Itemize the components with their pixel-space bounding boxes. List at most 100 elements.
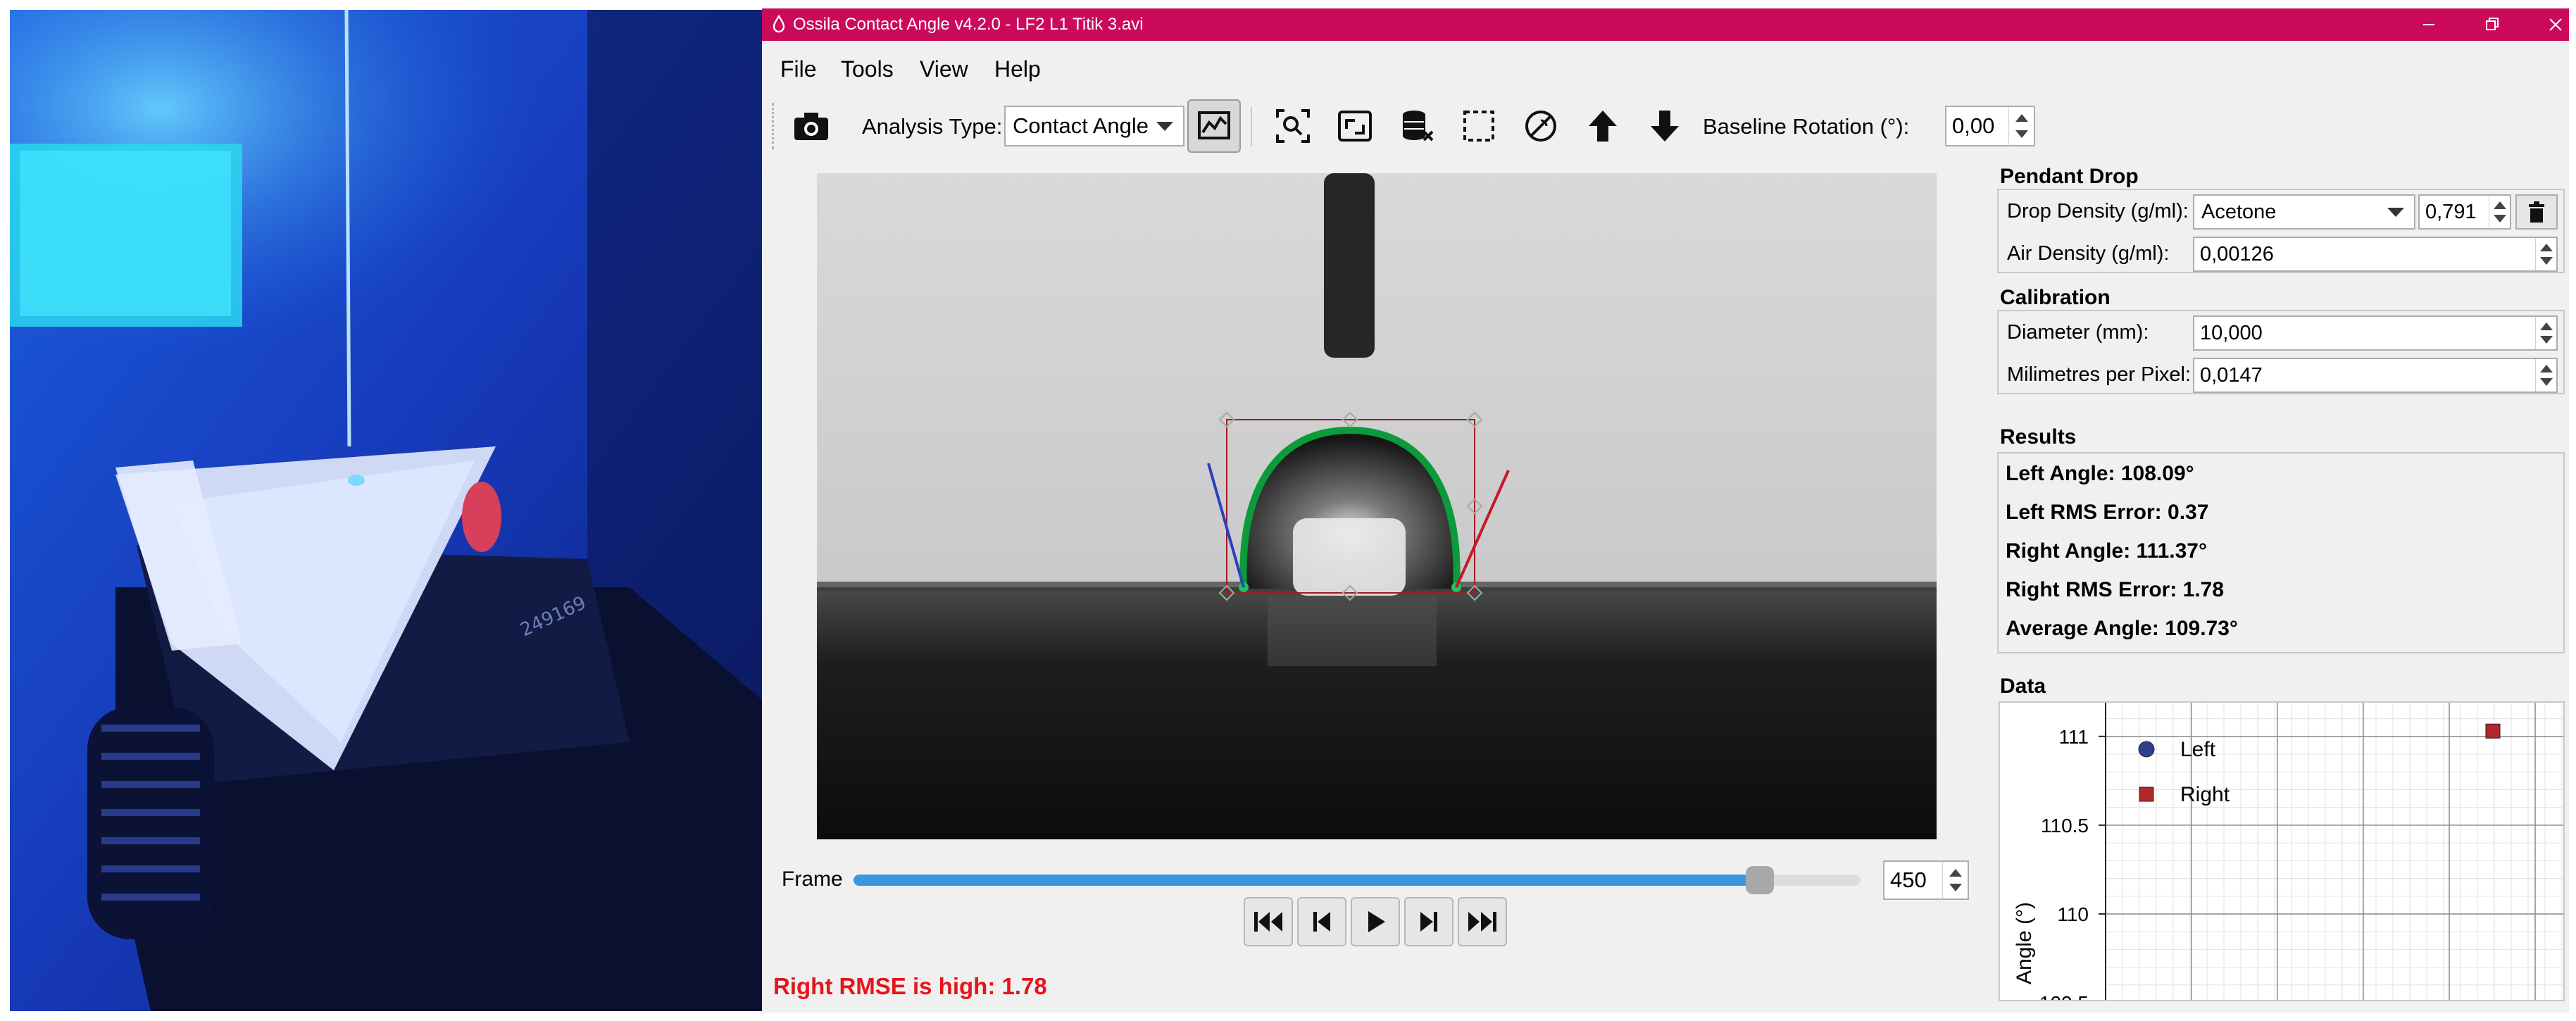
spin-up-icon xyxy=(2540,244,2553,251)
baseline-rotation-spinbox[interactable]: 0,00 xyxy=(1945,106,2035,146)
spin-arrows[interactable] xyxy=(2535,317,2556,349)
data-point-right xyxy=(2485,723,2501,739)
air-density-spinbox[interactable]: 0,00126 xyxy=(2193,237,2558,272)
fit-graph-button[interactable] xyxy=(1187,99,1241,153)
clear-data-button[interactable] xyxy=(1390,99,1444,153)
legend-right-label: Right xyxy=(2180,783,2230,806)
spin-arrows[interactable] xyxy=(2008,107,2034,145)
data-points xyxy=(2485,723,2501,739)
spin-down-icon xyxy=(2015,130,2028,138)
frame-spin-arrows[interactable] xyxy=(1942,862,1968,898)
frame-slider[interactable] xyxy=(854,866,1861,894)
left-angle-result: Left Angle: 108.09° xyxy=(2006,462,2194,485)
mm-per-pixel-spinbox[interactable]: 0,0147 xyxy=(2193,358,2558,393)
spin-arrows[interactable] xyxy=(2535,238,2556,270)
spin-up-icon xyxy=(2540,322,2553,330)
window-title: Ossila Contact Angle v4.2.0 - LF2 L1 Tit… xyxy=(793,15,1144,34)
minimize-button[interactable] xyxy=(2397,8,2461,41)
analysis-type-select[interactable]: Contact Angle xyxy=(1004,106,1184,146)
air-density-label: Air Density (g/ml): xyxy=(2007,242,2170,265)
diameter-value: 10,000 xyxy=(2200,321,2263,344)
liquid-select[interactable]: Acetone xyxy=(2193,194,2415,230)
capture-button[interactable] xyxy=(784,99,838,153)
spin-down-icon xyxy=(1949,884,1962,891)
camera-viewport[interactable] xyxy=(817,173,1937,839)
restore-button[interactable] xyxy=(2461,8,2524,41)
toolbar: Analysis Type: Contact Angle Baseline Ro… xyxy=(762,92,2569,162)
drop-density-spinbox[interactable]: 0,791 xyxy=(2418,194,2511,230)
delete-liquid-button[interactable] xyxy=(2515,194,2558,230)
results-heading: Results xyxy=(2000,425,2077,449)
skip-to-end-button[interactable] xyxy=(1458,897,1507,946)
restore-icon xyxy=(2486,18,2499,30)
legend-right-marker xyxy=(2139,787,2154,802)
frame-slider-handle[interactable] xyxy=(1746,866,1774,894)
toolbar-grip[interactable] xyxy=(772,103,774,149)
close-icon xyxy=(2549,18,2562,31)
analysis-type-label: Analysis Type: xyxy=(862,114,1003,139)
step-back-button[interactable] xyxy=(1297,897,1346,946)
fullscreen-button[interactable] xyxy=(1328,99,1382,153)
arrow-up-icon xyxy=(1589,111,1617,142)
right-rms-result: Right RMS Error: 1.78 xyxy=(2006,578,2225,601)
left-rms-result: Left RMS Error: 0.37 xyxy=(2006,501,2209,524)
fit-graph-icon xyxy=(1198,111,1230,139)
tilt-angle-button[interactable] xyxy=(1514,99,1568,153)
play-icon xyxy=(1368,911,1385,932)
skip-to-end-icon xyxy=(1468,912,1496,932)
zoom-fit-button[interactable] xyxy=(1266,99,1320,153)
skip-to-start-icon xyxy=(1254,912,1282,932)
move-up-button[interactable] xyxy=(1576,99,1630,153)
setup-photo: 249169 xyxy=(10,10,762,1011)
drop-density-value: 0,791 xyxy=(2425,200,2477,223)
spin-down-icon xyxy=(2540,378,2553,386)
playback-controls xyxy=(1244,897,1507,946)
plot-major-grid xyxy=(2105,703,2563,1000)
app-window: Ossila Contact Angle v4.2.0 - LF2 L1 Tit… xyxy=(762,8,2569,1013)
play-button[interactable] xyxy=(1351,897,1400,946)
clear-data-icon xyxy=(1403,111,1434,142)
arrow-down-icon xyxy=(1651,111,1679,142)
minimize-icon xyxy=(2423,24,2434,25)
calibration-heading: Calibration xyxy=(2000,286,2111,309)
legend-left-marker xyxy=(2138,741,2155,758)
calibration-group: Diameter (mm): 10,000 Milimetres per Pix… xyxy=(1997,310,2565,394)
chevron-down-icon xyxy=(1156,122,1173,131)
pendant-drop-group: Drop Density (g/ml): Acetone 0,791 Air D… xyxy=(1997,189,2565,273)
spin-down-icon xyxy=(2540,257,2553,265)
frame-label: Frame xyxy=(782,867,843,891)
frame-value: 450 xyxy=(1890,867,1927,892)
results-group: Left Angle: 108.09° Left RMS Error: 0.37… xyxy=(1997,452,2565,653)
select-region-icon xyxy=(1463,111,1494,142)
drop-density-label: Drop Density (g/ml): xyxy=(2007,200,2189,223)
spin-down-icon xyxy=(2494,215,2506,223)
skip-to-start-button[interactable] xyxy=(1244,897,1293,946)
diameter-spinbox[interactable]: 10,000 xyxy=(2193,315,2558,351)
menu-view[interactable]: View xyxy=(920,56,968,82)
angle-scatter-plot: 111 110.5 110 109.5 Angle (°) Left Right xyxy=(2013,703,2563,1000)
zoom-fit-icon xyxy=(1276,109,1310,143)
y-tick-label: 110.5 xyxy=(2041,815,2089,837)
y-tick-label: 111 xyxy=(2058,726,2089,748)
move-down-button[interactable] xyxy=(1638,99,1692,153)
data-plot[interactable]: 111 110.5 110 109.5 Angle (°) Left Right xyxy=(1999,701,2565,1001)
baseline-rotation-value: 0,00 xyxy=(1952,113,1995,138)
spin-arrows[interactable] xyxy=(2535,359,2556,392)
menu-file[interactable]: File xyxy=(780,56,817,82)
baseline-rotation-label: Baseline Rotation (°): xyxy=(1703,114,1910,139)
tilt-angle-icon xyxy=(1525,111,1556,142)
liquid-value: Acetone xyxy=(2201,200,2277,223)
step-back-icon xyxy=(1313,912,1330,932)
close-button[interactable] xyxy=(2524,8,2569,41)
camera-icon xyxy=(794,113,828,140)
spin-arrows[interactable] xyxy=(2489,196,2510,228)
step-forward-icon xyxy=(1420,912,1437,932)
average-angle-result: Average Angle: 109.73° xyxy=(2006,617,2238,640)
toolbar-separator xyxy=(1251,107,1252,146)
menu-help[interactable]: Help xyxy=(994,56,1041,82)
droplet-app-icon xyxy=(773,14,785,33)
frame-spinbox[interactable]: 450 xyxy=(1883,860,1969,900)
menu-tools[interactable]: Tools xyxy=(841,56,894,82)
select-region-button[interactable] xyxy=(1452,99,1506,153)
step-forward-button[interactable] xyxy=(1404,897,1453,946)
